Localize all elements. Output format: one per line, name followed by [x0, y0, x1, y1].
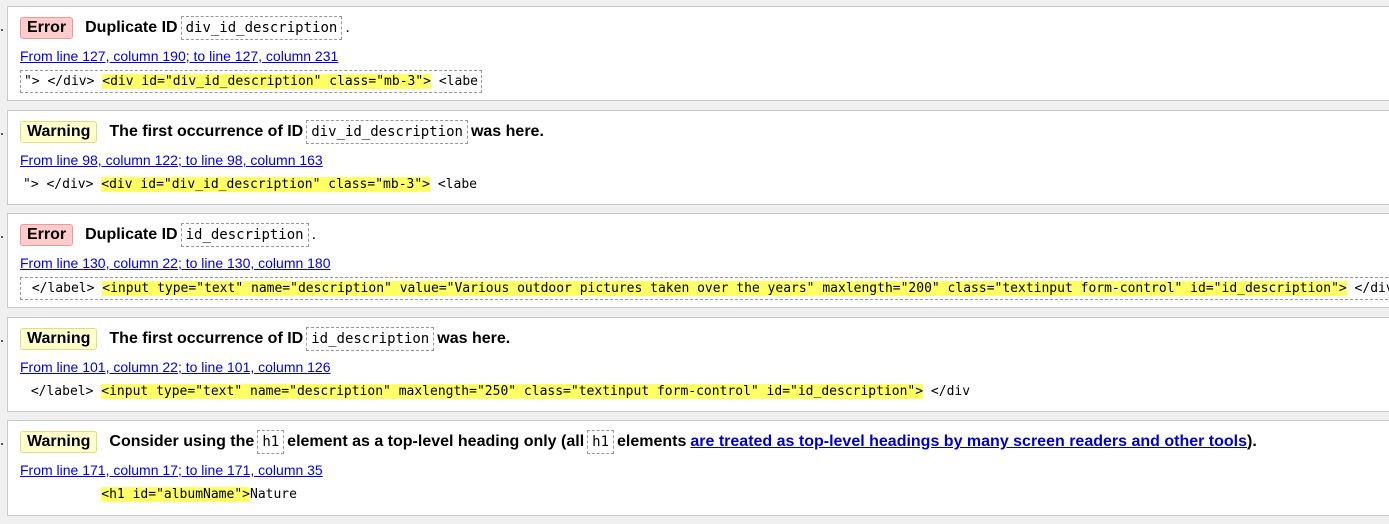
message-heading: Error Duplicate ID id_description .	[20, 223, 316, 247]
message-error-1: Error Duplicate ID div_id_description . …	[1, 6, 1389, 101]
message-text: Duplicate ID	[85, 226, 178, 243]
extract-highlight: <input type="text" name="description" va…	[102, 281, 1347, 296]
message-heading: Warning The first occurrence of ID div_i…	[20, 120, 544, 144]
message-heading: Warning The first occurrence of ID id_de…	[20, 327, 510, 351]
code-extract: </label> <input type="text" name="descri…	[20, 277, 1389, 300]
message-text-end: .	[311, 226, 317, 243]
extract-highlight: <h1 id="albumName">	[101, 487, 250, 502]
error-badge: Error	[20, 224, 74, 246]
message-warning-2: Warning The first occurrence of ID id_de…	[1, 317, 1389, 412]
extract-highlight: <input type="text" name="description" ma…	[101, 384, 924, 399]
code-element: h1	[587, 430, 614, 454]
message-text: element as a top-level heading only (all	[287, 433, 585, 450]
code-extract: "> </div> <div id="div_id_description" c…	[20, 174, 480, 195]
message-text: The first occurrence of ID	[109, 123, 304, 140]
code-id: id_description	[180, 223, 309, 247]
message-text: Duplicate ID	[85, 19, 178, 36]
message-heading: Error Duplicate ID div_id_description .	[20, 16, 350, 40]
message-text: The first occurrence of ID	[109, 330, 304, 347]
location-link[interactable]: From line 130, column 22; to line 130, c…	[20, 255, 331, 271]
location-link[interactable]: From line 98, column 122; to line 98, co…	[20, 152, 323, 168]
code-extract: </label> <input type="text" name="descri…	[20, 381, 973, 402]
message-text-end: .	[345, 19, 350, 36]
extract-post: </div	[923, 384, 971, 399]
message-text: elements	[617, 433, 687, 450]
message-warning-3: Warning Consider using the h1 element as…	[1, 420, 1389, 516]
code-id: id_description	[306, 327, 435, 351]
message-text-end: ).	[1247, 433, 1257, 450]
code-id: div_id_description	[180, 16, 343, 40]
extract-post: </div	[1354, 281, 1389, 296]
extract-post: Nature	[250, 487, 297, 502]
extract-post: <labe	[430, 177, 477, 192]
message-warning-1: Warning The first occurrence of ID div_i…	[1, 110, 1389, 205]
extract-highlight: <div id="div_id_description" class="mb-3…	[102, 74, 432, 89]
code-element: h1	[257, 430, 285, 454]
extract-pre: </label>	[23, 384, 102, 399]
message-error-2: Error Duplicate ID id_description . From…	[1, 213, 1389, 308]
message-text-end: was here.	[470, 123, 544, 140]
location-link[interactable]: From line 127, column 190; to line 127, …	[20, 48, 338, 64]
extract-pre: "> </div>	[23, 177, 102, 192]
extract-pre: </label>	[24, 281, 103, 296]
location-link[interactable]: From line 101, column 22; to line 101, c…	[20, 359, 331, 375]
message-text: Consider using the	[109, 433, 255, 450]
error-badge: Error	[20, 17, 74, 39]
code-extract: <h1 id="albumName">Nature	[20, 484, 300, 505]
message-text-end: was here.	[437, 330, 511, 347]
code-id: div_id_description	[306, 120, 468, 144]
extract-post: <labe	[431, 74, 478, 89]
warning-badge: Warning	[20, 431, 98, 453]
message-heading: Warning Consider using the h1 element as…	[20, 430, 1257, 454]
extract-pre: "> </div>	[24, 74, 103, 89]
code-extract: "> </div> <div id="div_id_description" c…	[20, 70, 482, 93]
reference-link[interactable]: are treated as top-level headings by man…	[690, 433, 1247, 451]
extract-highlight: <div id="div_id_description" class="mb-3…	[101, 177, 431, 192]
warning-badge: Warning	[20, 328, 98, 350]
warning-badge: Warning	[20, 121, 98, 143]
location-link[interactable]: From line 171, column 17; to line 171, c…	[20, 462, 323, 478]
extract-pre	[23, 487, 101, 502]
